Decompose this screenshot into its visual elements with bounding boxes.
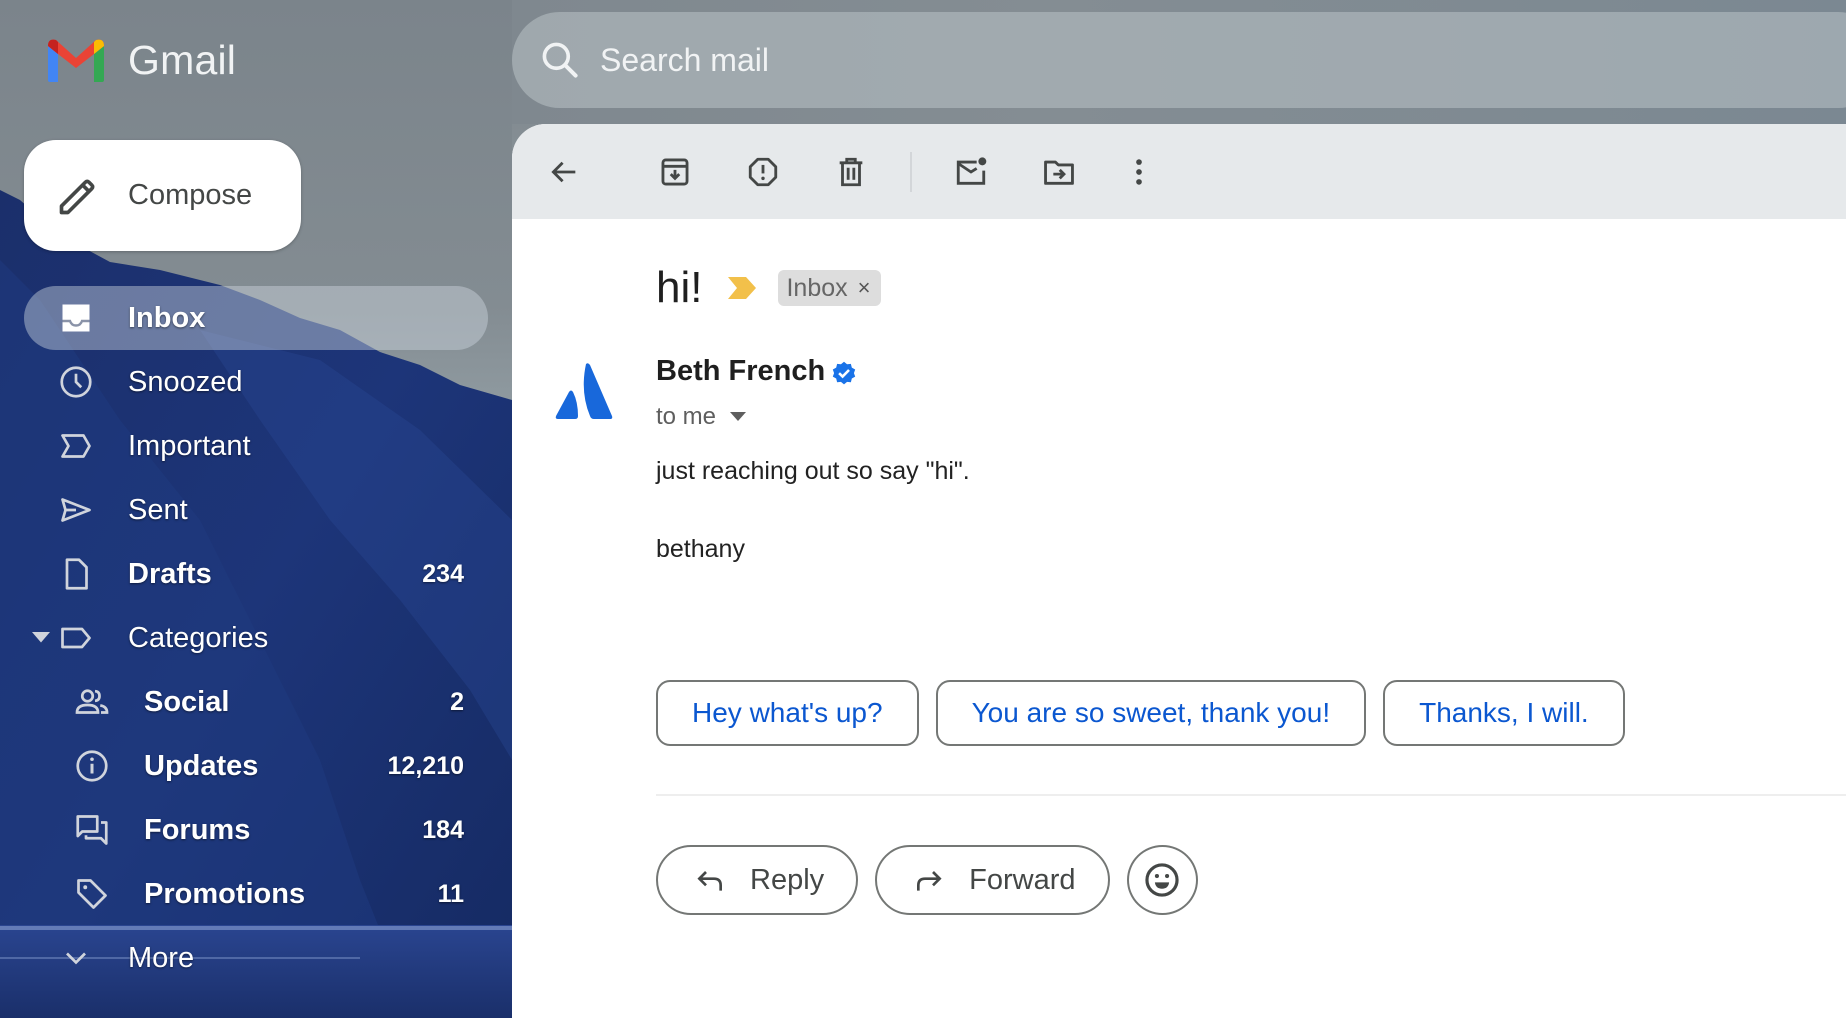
label-chip-text: Inbox [786, 273, 848, 302]
trash-icon [839, 157, 863, 187]
caret-down-icon [730, 412, 747, 421]
back-button[interactable] [544, 152, 584, 192]
forward-button[interactable]: Forward [875, 845, 1110, 915]
subject-row: hi! Inbox × [656, 260, 881, 316]
move-to-button[interactable] [1039, 152, 1079, 192]
sidebar-item-promotions[interactable]: Promotions 11 [0, 862, 512, 926]
sender-avatar[interactable] [554, 362, 614, 422]
sidebar-item-label: Snoozed [128, 365, 243, 398]
arrow-back-icon [551, 161, 576, 183]
clock-icon [60, 366, 92, 398]
email-body-line: just reaching out so say "hi". [656, 457, 970, 485]
smart-reply-button[interactable]: Thanks, I will. [1383, 680, 1625, 746]
delete-button[interactable] [831, 152, 871, 192]
importance-marker-icon[interactable] [728, 277, 757, 299]
emoji-icon [1145, 863, 1179, 897]
sidebar-item-label: Categories [128, 621, 269, 654]
gmail-logo[interactable]: Gmail [44, 36, 236, 84]
sidebar-item-more[interactable]: More [0, 926, 512, 990]
sidebar-item-count: 2 [450, 687, 464, 716]
compose-button[interactable]: Compose [24, 140, 301, 251]
sidebar-item-important[interactable]: Important [0, 414, 512, 478]
sidebar-item-categories[interactable]: Categories [0, 606, 512, 670]
sidebar-item-updates[interactable]: Updates 12,210 [0, 734, 512, 798]
search-icon[interactable] [538, 38, 582, 82]
pencil-icon [59, 179, 95, 214]
sidebar-item-label: Updates [144, 749, 259, 782]
draft-icon [65, 558, 88, 590]
sidebar-item-count: 184 [422, 815, 464, 844]
sidebar-item-inbox[interactable]: Inbox [24, 286, 488, 350]
people-icon [75, 689, 109, 714]
more-vert-icon [1136, 159, 1142, 185]
email-body-line: bethany [656, 535, 745, 563]
gmail-m-logo-icon [48, 39, 104, 82]
sidebar-nav: Inbox Snoozed Important Sent Drafts 234 [0, 286, 512, 990]
info-icon [76, 750, 108, 782]
send-icon [61, 498, 91, 522]
caret-down-icon[interactable] [32, 632, 50, 644]
sidebar-item-snoozed[interactable]: Snoozed [0, 350, 512, 414]
chevron-down-icon [66, 952, 86, 965]
divider [656, 794, 1846, 796]
remove-label-button[interactable]: × [858, 275, 871, 301]
mark-unread-icon [956, 157, 987, 185]
more-options-button[interactable] [1119, 152, 1159, 192]
sidebar-item-label: More [128, 941, 195, 974]
reading-pane: hi! Inbox × Beth French to me just reach… [512, 124, 1846, 1018]
sidebar-item-label: Social [144, 685, 230, 718]
toolbar-divider [910, 152, 912, 192]
sidebar-item-count: 11 [437, 879, 464, 908]
smart-reply-button[interactable]: You are so sweet, thank you! [935, 680, 1367, 746]
app-name: Gmail [128, 36, 237, 83]
forward-icon [917, 871, 942, 891]
verified-badge-icon[interactable] [830, 360, 858, 388]
compose-label: Compose [128, 179, 253, 211]
sidebar-item-forums[interactable]: Forums 184 [0, 798, 512, 862]
reply-label: Reply [750, 863, 825, 896]
label-icon [61, 627, 91, 649]
forum-icon [76, 815, 108, 845]
smart-replies: Hey what's up? You are so sweet, thank y… [656, 680, 1642, 746]
mark-unread-button[interactable] [951, 152, 991, 192]
sidebar-item-count: 234 [422, 559, 464, 588]
message-toolbar [512, 124, 1846, 219]
important-icon [61, 434, 91, 458]
email-subject: hi! [656, 263, 703, 312]
sidebar-item-label: Drafts [128, 557, 212, 590]
sidebar-item-label: Forums [144, 813, 251, 846]
report-spam-icon [748, 157, 778, 187]
tag-icon [77, 879, 107, 909]
forward-label: Forward [969, 863, 1076, 896]
recipient-details-toggle[interactable]: to me [656, 403, 747, 431]
archive-button[interactable] [655, 152, 695, 192]
label-chip-inbox: Inbox × [778, 270, 881, 306]
reply-actions: Reply Forward [656, 845, 1215, 915]
reply-button[interactable]: Reply [656, 845, 859, 915]
archive-icon [661, 158, 689, 186]
sender-name[interactable]: Beth French [656, 355, 825, 388]
inbox-icon [62, 304, 90, 332]
sidebar-item-label: Inbox [128, 301, 206, 334]
sidebar-item-drafts[interactable]: Drafts 234 [0, 542, 512, 606]
search-bar[interactable] [512, 12, 1846, 108]
reply-icon [697, 871, 722, 891]
smart-reply-button[interactable]: Hey what's up? [656, 680, 919, 746]
sidebar-item-sent[interactable]: Sent [0, 478, 512, 542]
report-spam-button[interactable] [743, 152, 783, 192]
search-input[interactable] [598, 40, 1402, 80]
sidebar-item-social[interactable]: Social 2 [0, 670, 512, 734]
move-to-folder-icon [1044, 160, 1074, 185]
sidebar-item-label: Sent [128, 493, 188, 526]
sidebar-item-label: Important [128, 429, 251, 462]
sidebar-item-label: Promotions [144, 877, 306, 910]
sidebar-item-count: 12,210 [387, 751, 464, 780]
recipient-summary: to me [656, 403, 717, 430]
emoji-reaction-button[interactable] [1126, 845, 1198, 915]
